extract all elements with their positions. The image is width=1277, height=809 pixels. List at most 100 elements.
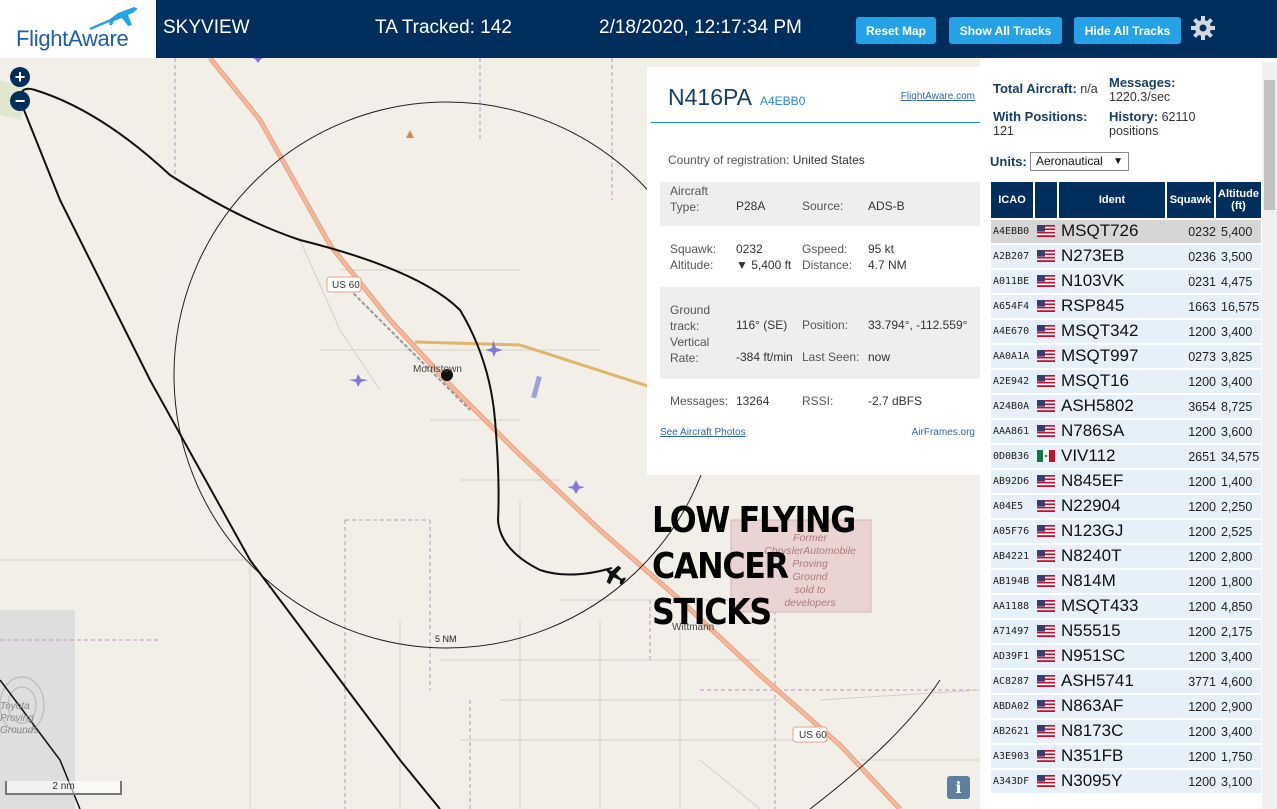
info-button[interactable]: i bbox=[947, 776, 970, 799]
usa-flag-icon bbox=[1037, 625, 1055, 637]
icao-cell: AC8287 bbox=[993, 676, 1030, 687]
squawk-cell: 1200 bbox=[1188, 575, 1216, 589]
altitude-cell: 4,475 bbox=[1221, 275, 1253, 289]
table-row[interactable]: AB2621 N8173C 1200 3,400 bbox=[991, 720, 1261, 744]
ident-cell: MSQT16 bbox=[1061, 371, 1130, 390]
altitude-cell: 2,175 bbox=[1221, 625, 1253, 639]
messages-stat: Messages: 1220.3/sec bbox=[1109, 75, 1176, 105]
usa-flag-icon bbox=[1037, 725, 1055, 737]
distance-label: Distance: bbox=[802, 258, 853, 272]
col-ident[interactable]: Ident bbox=[1059, 182, 1165, 218]
table-row[interactable]: A654F4 RSP845 1663 16,575 bbox=[991, 295, 1261, 319]
flightaware-logo[interactable]: FlightAware bbox=[0, 0, 156, 58]
table-row[interactable]: AA0A1A MSQT997 0273 3,825 bbox=[991, 345, 1261, 369]
squawk-label: Squawk: bbox=[670, 242, 717, 256]
ident-cell: N351FB bbox=[1061, 746, 1124, 765]
squawk-cell: 0236 bbox=[1188, 250, 1216, 264]
table-row[interactable]: AC8287 ASH5741 3771 4,600 bbox=[991, 670, 1261, 694]
scrollbar[interactable] bbox=[1262, 62, 1277, 809]
table-row[interactable]: AAA861 N786SA 1200 3,600 bbox=[991, 420, 1261, 444]
airframes-link[interactable]: AirFrames.org bbox=[912, 427, 975, 438]
show-all-tracks-button[interactable]: Show All Tracks bbox=[949, 17, 1062, 44]
lastseen-value: now bbox=[868, 350, 891, 364]
ident-cell: N863AF bbox=[1061, 696, 1124, 715]
icao-cell: A05F76 bbox=[993, 526, 1030, 537]
aircraft-photos-link[interactable]: See Aircraft Photos bbox=[660, 427, 746, 438]
altitude-label: Altitude: bbox=[670, 258, 714, 272]
gear-icon[interactable] bbox=[1190, 15, 1216, 41]
icao-cell: A2E942 bbox=[993, 376, 1030, 387]
reset-map-button[interactable]: Reset Map bbox=[856, 17, 936, 44]
table-row[interactable]: A2B207 N273EB 0236 3,500 bbox=[991, 245, 1261, 269]
ident-cell: N22904 bbox=[1061, 496, 1121, 515]
ident-cell: VIV112 bbox=[1061, 446, 1116, 465]
usa-flag-icon bbox=[1037, 250, 1055, 262]
hide-all-tracks-button[interactable]: Hide All Tracks bbox=[1074, 17, 1181, 44]
table-row[interactable]: A3E903 N351FB 1200 1,750 bbox=[991, 745, 1261, 769]
table-row[interactable]: A05F76 N123GJ 1200 2,525 bbox=[991, 520, 1261, 544]
table-row[interactable]: AB194B N814M 1200 1,800 bbox=[991, 570, 1261, 594]
squawk-cell: 1200 bbox=[1188, 425, 1216, 439]
with-positions-stat: With Positions: 121 bbox=[993, 109, 1088, 139]
col-flag[interactable] bbox=[1035, 182, 1057, 218]
zoom-out-button[interactable]: − bbox=[10, 91, 30, 111]
us60-label: US 60 bbox=[332, 280, 360, 291]
col-icao[interactable]: ICAO bbox=[991, 182, 1033, 218]
usa-flag-icon bbox=[1037, 400, 1055, 412]
table-row[interactable]: A343DF N3095Y 1200 3,100 bbox=[991, 770, 1261, 794]
app-title: SKYVIEW bbox=[163, 17, 250, 38]
ident-cell: N273EB bbox=[1061, 246, 1125, 265]
table-row[interactable]: A71497 N55515 1200 2,175 bbox=[991, 620, 1261, 644]
icao-cell: A2B207 bbox=[993, 251, 1030, 262]
table-row[interactable]: AB4221 N8240T 1200 2,800 bbox=[991, 545, 1261, 569]
usa-flag-icon bbox=[1037, 575, 1055, 587]
usa-flag-icon bbox=[1037, 750, 1055, 762]
col-squawk[interactable]: Squawk bbox=[1167, 182, 1214, 218]
scrollbar-thumb[interactable] bbox=[1264, 80, 1275, 210]
table-row[interactable]: A24B0A ASH5802 3654 8,725 bbox=[991, 395, 1261, 419]
lastseen-label: Last Seen: bbox=[802, 350, 860, 364]
table-row[interactable]: A4E670 MSQT342 1200 3,400 bbox=[991, 320, 1261, 344]
table-row[interactable]: 0D0B36 VIV112 2651 34,575 bbox=[991, 445, 1261, 469]
icao-cell: AA0A1A bbox=[993, 351, 1030, 362]
altitude-cell: 1,400 bbox=[1221, 475, 1253, 489]
altitude-cell: 5,400 bbox=[1221, 225, 1253, 239]
flightaware-link[interactable]: FlightAware.com bbox=[901, 91, 975, 102]
table-row[interactable]: ABDA02 N863AF 1200 2,900 bbox=[991, 695, 1261, 719]
table-row[interactable]: A011BE N103VK 0231 4,475 bbox=[991, 270, 1261, 294]
squawk-cell: 0231 bbox=[1188, 275, 1216, 289]
source-label: Source: bbox=[802, 199, 844, 213]
clock: 2/18/2020, 12:17:34 PM bbox=[599, 17, 802, 38]
ident-cell: N103VK bbox=[1061, 271, 1125, 290]
units-dropdown[interactable]: Aeronautical ▼ bbox=[1030, 152, 1129, 171]
aircraft-detail-popup: N416PA A4EBB0 FlightAware.com Country of… bbox=[647, 67, 980, 475]
col-altitude[interactable]: Altitude (ft) bbox=[1216, 182, 1261, 218]
messages-label: Messages: bbox=[670, 394, 729, 408]
squawk-cell: 1200 bbox=[1188, 550, 1216, 564]
distance-value: 4.7 NM bbox=[868, 258, 907, 272]
squawk-value: 0232 bbox=[736, 242, 763, 256]
table-row[interactable]: A2E942 MSQT16 1200 3,400 bbox=[991, 370, 1261, 394]
altitude-value: ▼ 5,400 ft bbox=[736, 258, 792, 272]
icao-cell: A4EBB0 bbox=[993, 226, 1030, 237]
usa-flag-icon bbox=[1037, 525, 1055, 537]
toyota-label: Toyota Proving Grounds bbox=[0, 701, 39, 736]
chevron-down-icon: ▼ bbox=[1113, 156, 1123, 167]
messages-value: 13264 bbox=[736, 394, 770, 408]
table-row[interactable]: A4EBB0 MSQT726 0232 5,400 bbox=[991, 220, 1261, 244]
table-row[interactable]: A04E5 N22904 1200 2,250 bbox=[991, 495, 1261, 519]
table-row[interactable]: AA1188 MSQT433 1200 4,850 bbox=[991, 595, 1261, 619]
vrate-value: -384 ft/min bbox=[736, 350, 793, 364]
icao-cell: A71497 bbox=[993, 626, 1030, 637]
zoom-in-button[interactable]: + bbox=[10, 67, 30, 87]
squawk-cell: 1200 bbox=[1188, 525, 1216, 539]
ident-cell: N814M bbox=[1061, 571, 1116, 590]
table-row[interactable]: AB92D6 N845EF 1200 1,400 bbox=[991, 470, 1261, 494]
altitude-cell: 3,500 bbox=[1221, 250, 1253, 264]
top-bar: FlightAware SKYVIEW TA Tracked: 142 2/18… bbox=[0, 0, 1277, 58]
table-row[interactable]: AD39F1 N951SC 1200 3,400 bbox=[991, 645, 1261, 669]
total-aircraft-stat: Total Aircraft: n/a bbox=[993, 81, 1098, 97]
squawk-cell: 1200 bbox=[1188, 600, 1216, 614]
source-value: ADS-B bbox=[868, 199, 905, 213]
usa-flag-icon bbox=[1037, 325, 1055, 337]
